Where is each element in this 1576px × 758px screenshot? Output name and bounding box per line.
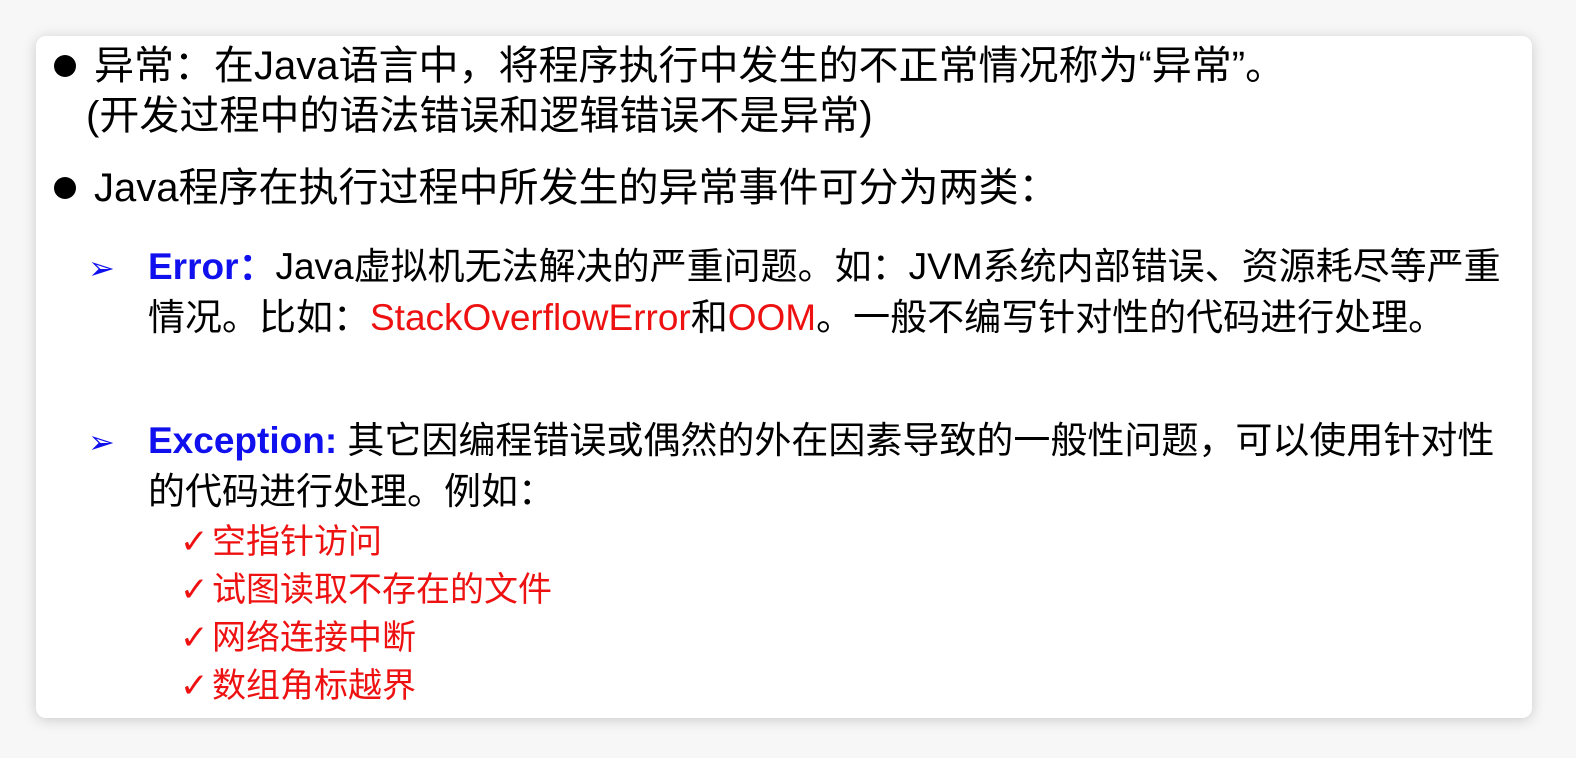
stackoverflow-term: StackOverflowError <box>370 297 691 338</box>
bullet-1-text: 异常：在Java语言中，将程序执行中发生的不正常情况称为“异常”。 <box>94 44 1286 88</box>
checkmark-icon: ✓ <box>180 571 209 609</box>
checkmark-icon: ✓ <box>180 523 209 561</box>
bullet-1: 异常：在Java语言中，将程序执行中发生的不正常情况称为“异常”。 <box>54 42 1285 90</box>
example-item: ✓ 数组角标越界 <box>180 664 416 709</box>
bullet-2: Java程序在执行过程中所发生的异常事件可分为两类： <box>54 164 1059 212</box>
exception-heading: Exception: <box>148 420 338 461</box>
bullet-dot-icon <box>54 55 76 77</box>
example-text: 空指针访问 <box>212 523 382 561</box>
error-text-c: 。一般不编写针对性的代码进行处理。 <box>816 297 1446 338</box>
oom-term: OOM <box>727 297 817 338</box>
example-text: 数组角标越界 <box>212 667 416 705</box>
checkmark-icon: ✓ <box>180 619 209 657</box>
example-text: 试图读取不存在的文件 <box>212 571 552 609</box>
checkmark-icon: ✓ <box>180 667 209 705</box>
example-text: 网络连接中断 <box>212 619 416 657</box>
slide-content: 异常：在Java语言中，将程序执行中发生的不正常情况称为“异常”。 (开发过程中… <box>36 36 1532 718</box>
arrow-bullet-icon: ➢ <box>88 250 115 286</box>
sub-item-error: ➢ Error：Java虚拟机无法解决的严重问题。如：JVM系统内部错误、资源耗尽… <box>88 242 1518 342</box>
example-item: ✓ 网络连接中断 <box>180 616 416 661</box>
bullet-2-text: Java程序在执行过程中所发生的异常事件可分为两类： <box>94 166 1059 210</box>
arrow-bullet-icon: ➢ <box>88 424 115 460</box>
bullet-dot-icon <box>54 177 76 199</box>
error-heading: Error： <box>148 246 276 287</box>
sub-item-exception: ➢ Exception: 其它因编程错误或偶然的外在因素导致的一般性问题，可以使用… <box>88 416 1518 516</box>
error-text-b: 和 <box>690 297 728 338</box>
example-item: ✓ 空指针访问 <box>180 520 382 565</box>
exception-text: 其它因编程错误或偶然的外在因素导致的一般性问题，可以使用针对性的代码进行处理。例… <box>148 420 1495 512</box>
example-item: ✓ 试图读取不存在的文件 <box>180 568 552 613</box>
bullet-1-continuation: (开发过程中的语法错误和逻辑错误不是异常) <box>86 94 873 138</box>
